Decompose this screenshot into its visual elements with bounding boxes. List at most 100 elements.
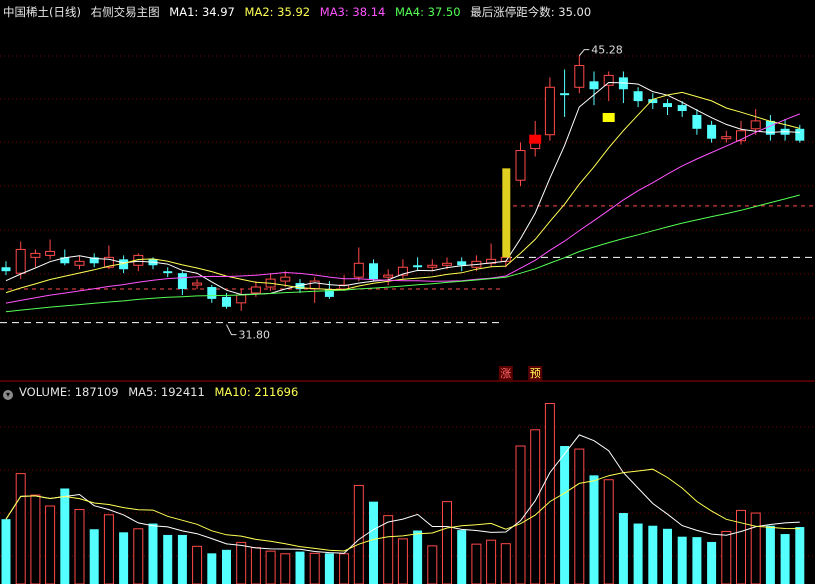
volume-bar (74, 509, 85, 584)
signal-label: 预 (530, 367, 541, 380)
volume-bar (309, 552, 320, 584)
volume-bar (250, 547, 261, 584)
limit-up-bar (502, 168, 511, 258)
volume-bar (574, 448, 585, 584)
candle-body (207, 287, 217, 299)
volume-bar (544, 403, 555, 584)
limit-days-legend: 最后涨停距今数: 35.00 (470, 5, 592, 19)
stock-chart: 45.28 31.80 涨 预 (0, 44, 815, 584)
volume-bar (207, 553, 217, 584)
volume-bar (119, 532, 129, 584)
stock-title: 中国稀土(日线) (3, 5, 81, 19)
volume-bar (515, 445, 526, 584)
high-label: 45.28 (591, 44, 623, 57)
volume-bar (471, 543, 482, 584)
candle-body (222, 296, 231, 307)
candle-body (163, 271, 173, 274)
candle-body (560, 93, 570, 96)
candle-body (427, 264, 438, 268)
volume-bar (486, 539, 497, 584)
candle-body (30, 252, 41, 258)
candle-body (544, 86, 555, 136)
volume-bar (721, 530, 732, 584)
low-pointer (226, 324, 237, 336)
volume-bar (603, 479, 614, 584)
volume-bar (648, 525, 658, 584)
volume-bar (1, 519, 11, 584)
candle-body (236, 294, 247, 304)
volume-bar (692, 537, 702, 584)
candle-body (45, 250, 56, 256)
indicator-name: 右侧交易主图 (90, 5, 160, 19)
volume-bar (677, 536, 687, 584)
volume-bar (397, 538, 408, 584)
volume-bar (103, 514, 114, 584)
volume-bar (280, 553, 291, 584)
volume-bar (163, 534, 173, 584)
candle-body (457, 261, 467, 266)
volume-header: ▾ VOLUME: 187109 MA5: 192411 MA10: 211696 (3, 383, 304, 401)
candle-body (589, 81, 599, 90)
candle-body (442, 262, 452, 266)
candle-body (15, 248, 26, 274)
volume-bar (560, 446, 570, 584)
candle-body (750, 120, 761, 130)
candle-body (280, 276, 291, 282)
candle-body (721, 136, 732, 140)
volume-bar (15, 473, 26, 584)
candle-body (250, 286, 261, 294)
volume-bar (369, 501, 378, 584)
candle-body (353, 262, 364, 278)
volume-bar (442, 501, 452, 584)
volume-bar (383, 515, 394, 584)
collapse-icon[interactable]: ▾ (3, 390, 13, 400)
volume-bar (265, 550, 276, 584)
price-grid (0, 55, 815, 557)
volume-bar (324, 553, 334, 584)
volume-bar (750, 512, 761, 584)
candle-body (74, 260, 85, 266)
ma3-legend: MA3: 38.14 (319, 5, 386, 19)
buy-marker (529, 134, 542, 144)
volume-bar (222, 549, 231, 584)
ma5-legend: MA5: 192411 (128, 385, 205, 399)
volume-legend: VOLUME: 187109 (19, 385, 119, 399)
ma1-legend: MA1: 34.97 (169, 5, 235, 19)
ma2-legend: MA2: 35.92 (244, 5, 311, 19)
candle-body (413, 265, 423, 268)
price-header: 中国稀土(日线) 右侧交易主图 MA1: 34.97 MA2: 35.92 MA… (3, 3, 597, 21)
volume-bar (457, 530, 467, 584)
candle-body (603, 74, 614, 86)
candle-body (692, 114, 702, 129)
candle-body (795, 128, 805, 141)
volume-bar (500, 543, 511, 584)
volume-bar (236, 541, 247, 584)
volume-bar (589, 475, 599, 584)
ma4-line (5, 194, 800, 313)
volume-bar (295, 551, 305, 584)
candle-body (707, 124, 717, 139)
volume-bars (1, 403, 805, 584)
candle-body (633, 91, 643, 102)
volume-bar (633, 523, 643, 584)
volume-bar (780, 534, 790, 584)
volume-bar (707, 541, 717, 584)
volume-bar (45, 505, 56, 584)
volume-bar (795, 527, 805, 584)
candle-body (369, 263, 378, 280)
hold-marker (602, 112, 615, 122)
candle-body (383, 274, 394, 278)
candle-body (663, 103, 672, 108)
volume-bar (133, 528, 144, 584)
volume-bar (530, 429, 541, 584)
candle-body (1, 267, 11, 272)
volume-bar (30, 494, 41, 584)
high-pointer (578, 49, 590, 56)
candle-body (515, 150, 526, 181)
ma4-legend: MA4: 37.50 (395, 5, 461, 19)
candle-body (192, 282, 203, 286)
signal-label: 涨 (500, 367, 511, 380)
low-label: 31.80 (239, 329, 271, 342)
candle-body (677, 105, 687, 111)
volume-bar (89, 529, 99, 584)
